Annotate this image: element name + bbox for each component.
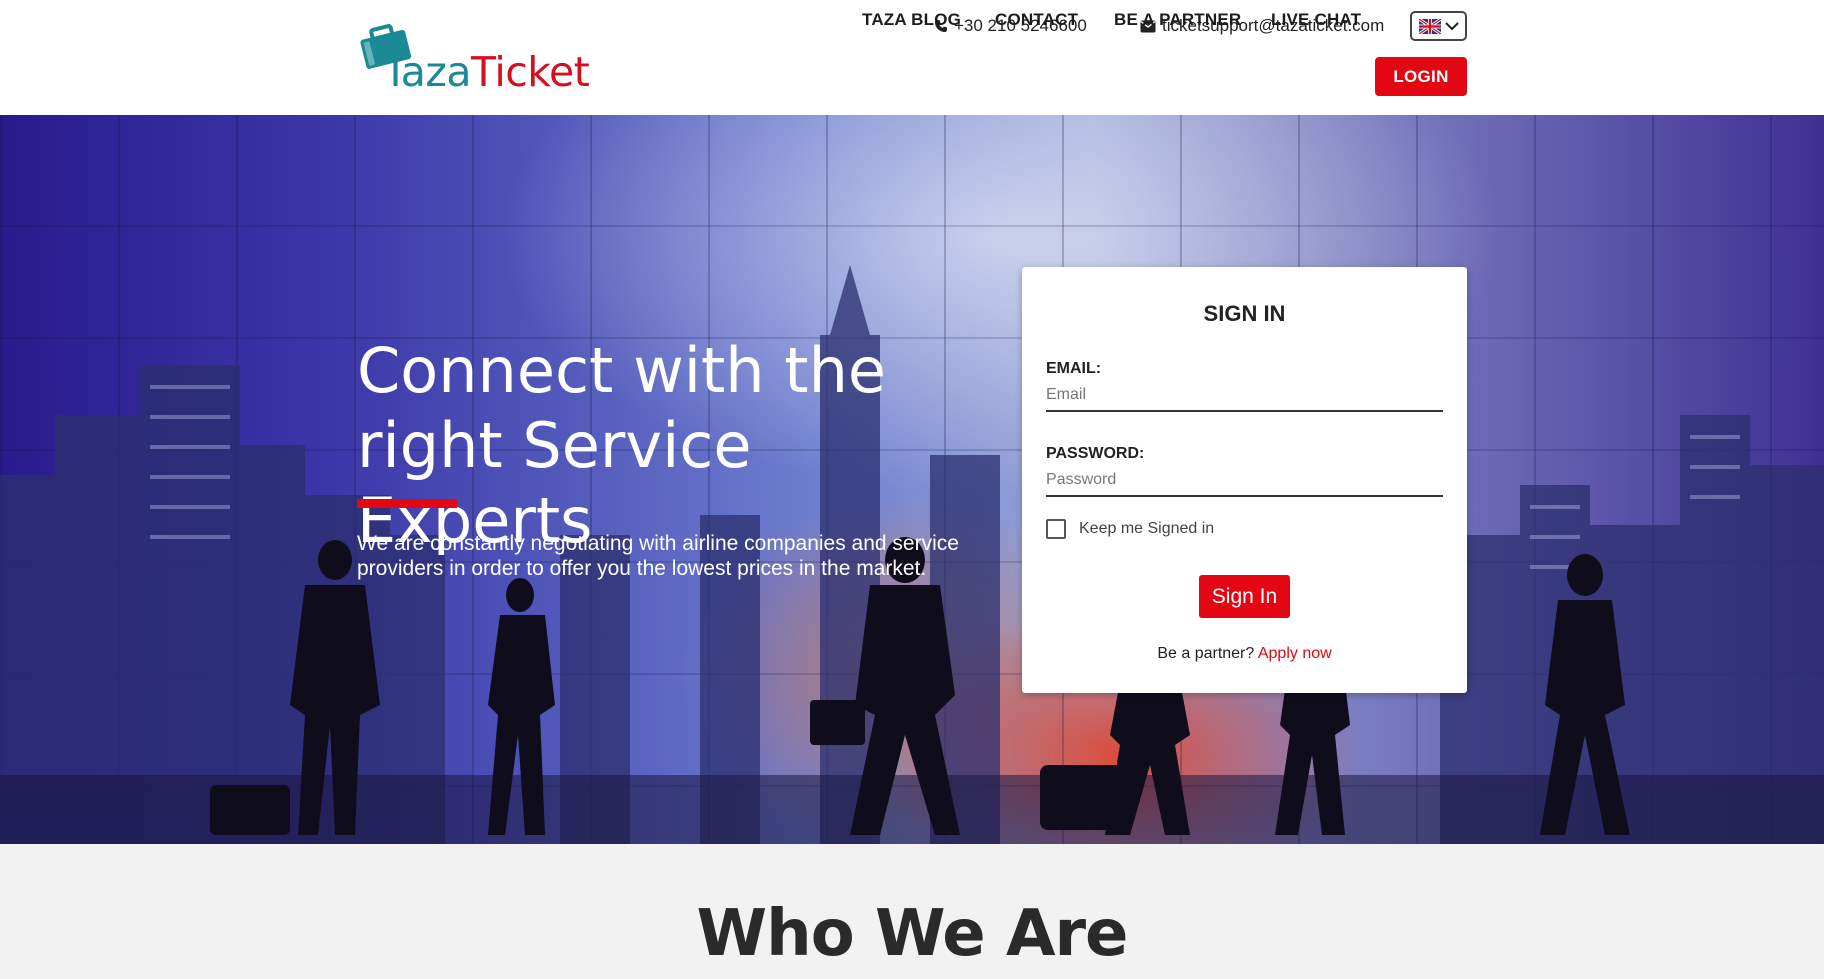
- hero-section: Connect with the right Service Experts W…: [0, 115, 1824, 844]
- partner-prompt: Be a partner? Apply now: [1022, 645, 1467, 663]
- keep-signed-in-checkbox[interactable]: [1046, 519, 1066, 539]
- login-button[interactable]: LOGIN: [1375, 57, 1467, 96]
- signin-title: SIGN IN: [1203, 301, 1286, 326]
- taza-ticket-logo[interactable]: TazaTicket: [357, 20, 590, 96]
- uk-flag-icon: [1419, 18, 1441, 34]
- site-header: TazaTicket +30 210 5246600 ticketsupport…: [0, 0, 1824, 115]
- who-we-are-heading: Who We Are: [696, 897, 1129, 971]
- keep-signed-in-label: Keep me Signed in: [1079, 520, 1215, 537]
- partner-prompt-text: Be a partner?: [1157, 645, 1255, 662]
- hero-title: Connect with the right Service Experts: [357, 333, 997, 558]
- title-accent-underline: [357, 499, 457, 508]
- apply-now-link[interactable]: Apply now: [1258, 645, 1332, 662]
- signin-form: SIGN IN EMAIL: PASSWORD: Keep me Signed …: [1022, 267, 1467, 693]
- sign-in-button[interactable]: Sign In: [1199, 575, 1290, 618]
- keep-signed-in-row[interactable]: Keep me Signed in: [1046, 519, 1214, 539]
- logo-wordmark: TazaTicket: [383, 48, 590, 96]
- hero-description: We are constantly negotiating with airli…: [357, 532, 959, 580]
- password-field[interactable]: [1046, 467, 1443, 497]
- nav-taza-blog[interactable]: TAZA BLOG: [862, 10, 961, 30]
- nav-be-a-partner[interactable]: BE A PARTNER: [1114, 10, 1241, 30]
- chevron-down-icon: [1445, 21, 1459, 30]
- email-label: EMAIL:: [1046, 360, 1102, 377]
- nav-contact[interactable]: CONTACT: [995, 10, 1078, 30]
- nav-live-chat[interactable]: LIVE CHAT: [1271, 10, 1361, 30]
- language-selector[interactable]: [1410, 11, 1467, 41]
- hero-title-line-1: Connect with the: [357, 334, 887, 407]
- email-field[interactable]: [1046, 382, 1443, 412]
- password-label: PASSWORD:: [1046, 445, 1145, 462]
